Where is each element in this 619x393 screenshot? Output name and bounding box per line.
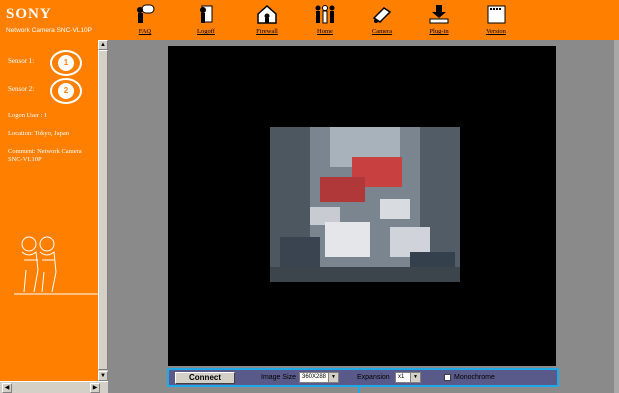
nav-faq-label[interactable]: FAQ	[125, 28, 165, 35]
nav-camera[interactable]: Camera	[362, 4, 402, 35]
firewall-icon	[257, 4, 277, 24]
faq-icon	[137, 4, 155, 23]
nav-firewall-label[interactable]: Firewall	[247, 28, 287, 35]
people-illustration	[14, 236, 98, 295]
camera-video-frame	[270, 127, 460, 282]
scroll-up-arrow-icon[interactable]: ▲	[98, 40, 108, 50]
version-icon	[487, 5, 506, 24]
monochrome-label: Monochrome	[454, 374, 495, 381]
nav-home-label[interactable]: Home	[305, 28, 345, 35]
image-size-select[interactable]: 360X288 ▼	[299, 372, 339, 383]
plugin-icon	[429, 5, 449, 24]
brand-logo: SONY	[6, 6, 52, 22]
expansion-label: Expansion	[357, 374, 390, 381]
expansion-select[interactable]: x1 ▼	[395, 372, 421, 383]
home-icon	[315, 5, 335, 24]
sidebar-vertical-scrollbar[interactable]: ▲ ▼	[98, 40, 108, 381]
image-size-value: 360X288	[302, 374, 327, 380]
image-size-label: Image Size	[261, 374, 297, 381]
sidebar: Sensor 1: 1 Sensor 2: 2 Logon User : 1 L…	[0, 40, 98, 381]
nav-camera-label[interactable]: Camera	[362, 28, 402, 35]
comment-model: SNC-VL10P	[8, 156, 42, 163]
nav-logoff-label[interactable]: Logoff	[186, 28, 226, 35]
nav-plugin-label[interactable]: Plug-in	[419, 28, 459, 35]
nav-home[interactable]: Home	[305, 4, 345, 35]
chevron-down-icon[interactable]: ▼	[328, 373, 338, 382]
street-scene-image	[270, 127, 460, 282]
sensor-1-badge: 1	[58, 55, 74, 71]
connect-button[interactable]: Connect	[175, 372, 235, 384]
nav-firewall[interactable]: Firewall	[247, 4, 287, 35]
product-name: Network Camera SNC-VL10P	[6, 27, 92, 34]
sensor-2-button[interactable]: 2	[50, 78, 82, 104]
comment: Comment: Network Camera	[8, 148, 82, 155]
nav-version[interactable]: Version	[476, 4, 516, 35]
scroll-down-arrow-icon[interactable]: ▼	[98, 371, 108, 381]
control-bar-pointer	[358, 387, 360, 393]
nav-logoff[interactable]: Logoff	[186, 4, 226, 35]
sensor-2-badge: 2	[58, 83, 74, 99]
viewer-control-bar: Connect Image Size 360X288 ▼ Expansion x…	[167, 368, 559, 387]
sensor-1-button[interactable]: 1	[50, 50, 82, 76]
scroll-right-arrow-icon[interactable]: ▶	[90, 383, 100, 393]
logon-user: Logon User : 1	[8, 112, 48, 119]
nav-version-label[interactable]: Version	[476, 28, 516, 35]
sensor-1-label: Sensor 1:	[8, 57, 35, 65]
location: Location: Tokyo, Japan	[8, 130, 69, 137]
right-edge	[614, 40, 619, 393]
monochrome-checkbox[interactable]	[444, 374, 451, 381]
logoff-icon	[200, 5, 213, 23]
scroll-thumb[interactable]	[98, 50, 108, 370]
expansion-value: x1	[398, 374, 405, 380]
nav-plugin[interactable]: Plug-in	[419, 4, 459, 35]
sensor-2-label: Sensor 2:	[8, 85, 35, 93]
header-bar: SONY Network Camera SNC-VL10P FAQ Logoff…	[0, 0, 619, 40]
nav-faq[interactable]: FAQ	[125, 4, 165, 35]
scroll-left-arrow-icon[interactable]: ◀	[2, 383, 12, 393]
chevron-down-icon[interactable]: ▼	[410, 373, 420, 382]
camera-icon	[372, 7, 392, 23]
sidebar-horizontal-scrollbar[interactable]: ◀ ▶	[0, 381, 108, 393]
